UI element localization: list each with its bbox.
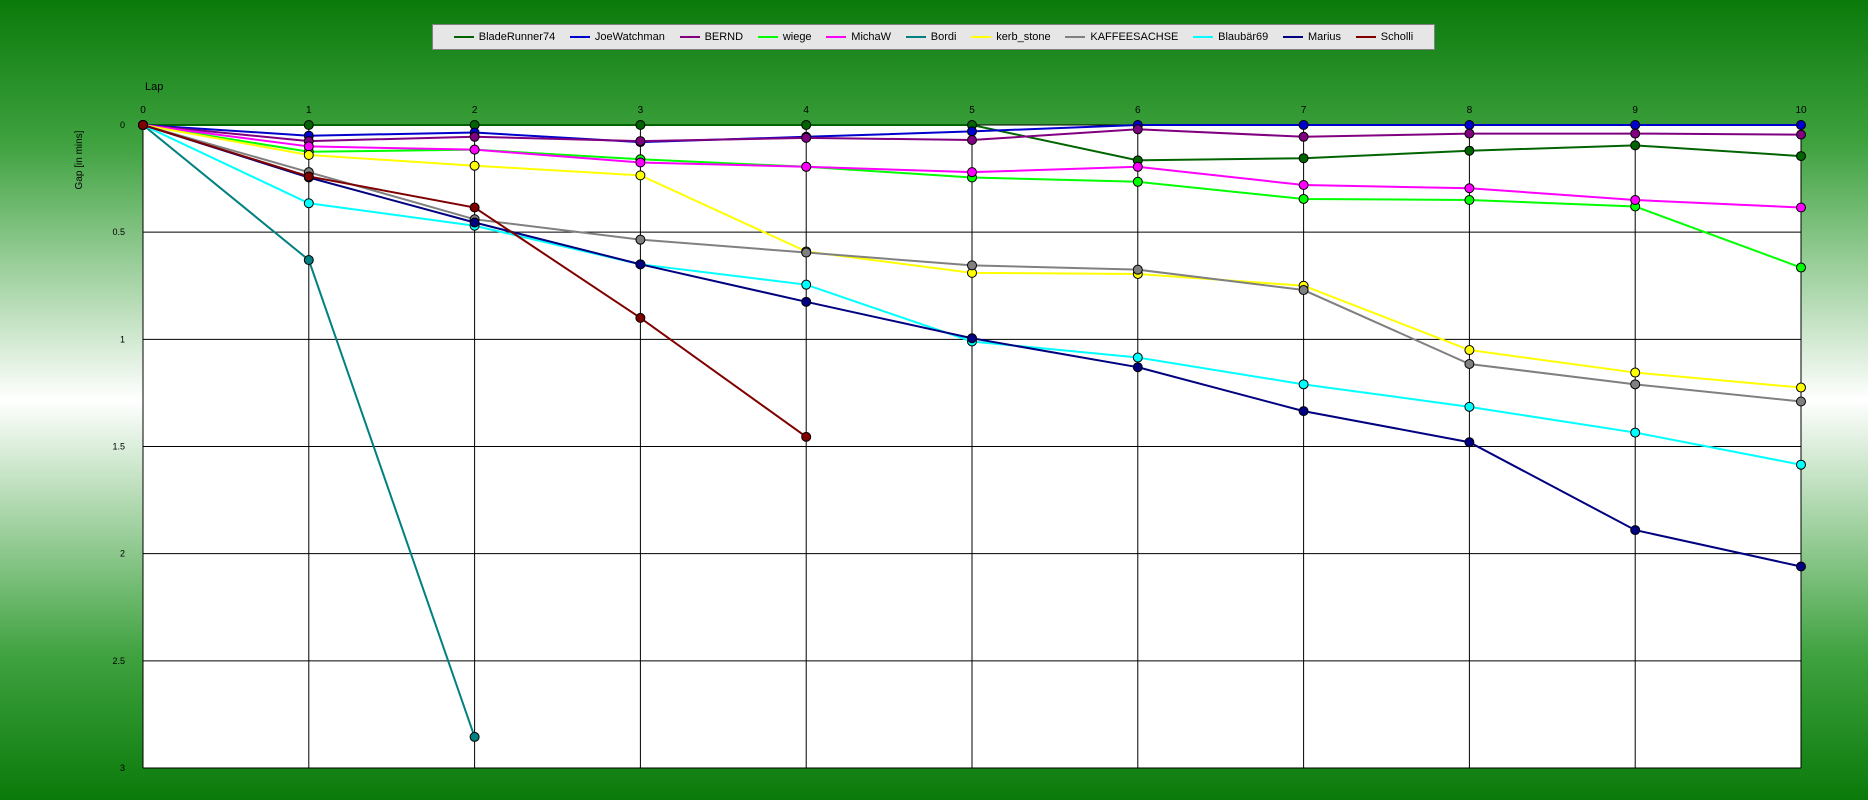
data-point-joewatchman (1464, 120, 1475, 130)
y-tick-label: 1.5 (112, 442, 125, 452)
y-tick-label: 2.5 (112, 656, 125, 666)
data-point-marius (1298, 406, 1309, 417)
y-tick-label: 0 (120, 120, 125, 130)
x-tick-label: 9 (1632, 105, 1638, 116)
data-point-kerb-stone (1464, 345, 1475, 356)
data-point-scholli (303, 171, 314, 182)
x-tick-label: 2 (472, 105, 478, 116)
data-point-bernd (1464, 128, 1475, 139)
data-point-blaub-r69 (801, 279, 812, 290)
data-point-kerb-stone (303, 150, 314, 161)
data-point-marius (1796, 561, 1806, 572)
data-point-kaffeesachse (1132, 264, 1143, 275)
data-point-scholli (138, 120, 148, 130)
x-tick-label: 8 (1467, 105, 1473, 116)
x-tick-label: 4 (803, 105, 809, 116)
x-tick-label: 6 (1135, 105, 1141, 116)
data-point-wiege (1132, 176, 1143, 187)
line-chart: 0 0.5 1 1.5 2 2.5 3 0 1 2 3 4 5 6 7 8 9 10 Lap Gap [in mi… (74, 81, 1807, 773)
data-point-kaffeesachse (1630, 379, 1641, 390)
data-point-wiege (1796, 262, 1806, 273)
y-tick-label: 3 (120, 763, 125, 773)
data-point-blaub-r69 (1298, 379, 1309, 390)
data-point-bladerunner74 (303, 120, 314, 130)
data-point-marius (801, 296, 812, 307)
data-point-michaw (469, 144, 480, 155)
data-point-kaffeesachse (1298, 285, 1309, 296)
data-point-bladerunner74 (635, 120, 646, 130)
data-point-marius (1464, 437, 1475, 448)
data-point-scholli (469, 202, 480, 213)
data-point-blaub-r69 (303, 198, 314, 209)
data-point-wiege (1464, 195, 1475, 206)
data-point-michaw (1132, 161, 1143, 172)
x-tick-label: 5 (969, 105, 975, 116)
data-point-bordi (469, 731, 480, 742)
y-tick-label: 1 (120, 334, 125, 344)
data-point-kaffeesachse (1796, 396, 1806, 407)
data-point-blaub-r69 (1132, 352, 1143, 363)
data-point-blaub-r69 (1464, 401, 1475, 412)
y-axis-label: Gap [in mins] (74, 130, 85, 189)
data-point-marius (1630, 525, 1641, 536)
data-point-michaw (1464, 183, 1475, 194)
data-point-bernd (1630, 128, 1641, 139)
x-tick-label: 1 (306, 105, 312, 116)
data-point-bernd (1298, 131, 1309, 142)
data-point-kerb-stone (1796, 382, 1806, 393)
data-point-bladerunner74 (1796, 151, 1806, 162)
data-point-bernd (967, 135, 977, 146)
data-point-joewatchman (1630, 120, 1641, 130)
data-point-kaffeesachse (967, 260, 977, 271)
data-point-michaw (635, 157, 646, 168)
data-point-kaffeesachse (1464, 358, 1475, 369)
data-point-bernd (1796, 129, 1806, 140)
data-point-bladerunner74 (1298, 153, 1309, 164)
data-point-michaw (1630, 195, 1641, 206)
data-point-michaw (967, 167, 977, 178)
data-point-bernd (1132, 124, 1143, 135)
data-point-bladerunner74 (1630, 140, 1641, 151)
data-point-marius (1132, 362, 1143, 373)
x-tick-label: 10 (1795, 105, 1807, 116)
data-point-kerb-stone (635, 170, 646, 181)
x-tick-label: 7 (1301, 105, 1307, 116)
data-point-bladerunner74 (801, 120, 812, 130)
data-point-bordi (303, 255, 314, 266)
data-point-blaub-r69 (1796, 459, 1806, 470)
data-point-scholli (801, 431, 812, 442)
data-point-bernd (801, 132, 812, 143)
data-point-bernd (635, 136, 646, 147)
data-point-wiege (1298, 193, 1309, 204)
data-point-blaub-r69 (1630, 427, 1641, 438)
data-point-bladerunner74 (1464, 145, 1475, 156)
data-point-joewatchman (967, 126, 977, 137)
data-point-kaffeesachse (635, 234, 646, 245)
data-point-marius (635, 259, 646, 270)
y-tick-label: 2 (120, 549, 125, 559)
data-point-kerb-stone (469, 160, 480, 171)
data-point-michaw (1298, 180, 1309, 191)
data-point-michaw (1796, 202, 1806, 213)
y-tick-label: 0.5 (112, 227, 125, 237)
data-point-scholli (635, 312, 646, 323)
x-tick-label: 3 (638, 105, 644, 116)
data-point-kerb-stone (1630, 367, 1641, 378)
x-axis-label: Lap (145, 81, 163, 93)
data-point-joewatchman (1298, 120, 1309, 130)
data-point-marius (469, 217, 480, 228)
data-point-bernd (469, 131, 480, 142)
data-point-michaw (801, 161, 812, 172)
data-point-kaffeesachse (801, 247, 812, 258)
data-point-joewatchman (1796, 120, 1806, 130)
x-tick-label: 0 (140, 105, 146, 116)
data-point-marius (967, 333, 977, 344)
data-point-michaw (303, 141, 314, 152)
